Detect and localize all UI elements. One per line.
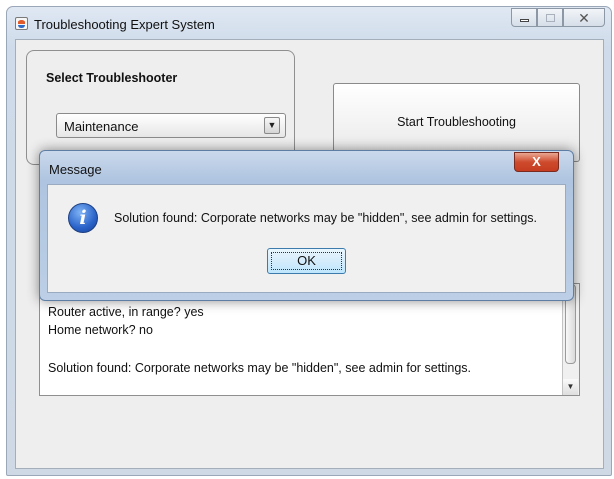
message-dialog: Message X i Solution found: Corporate ne…: [39, 150, 574, 301]
dialog-title: Message: [49, 162, 102, 177]
title-bar[interactable]: Troubleshooting Expert System ✕: [7, 7, 611, 39]
dialog-body: i Solution found: Corporate networks may…: [47, 184, 566, 293]
ok-button[interactable]: OK: [267, 248, 346, 274]
combobox-selected-value: Maintenance: [64, 119, 139, 134]
log-line: Router active, in range? yes: [48, 305, 204, 319]
ok-button-label: OK: [297, 253, 316, 268]
dropdown-arrow-icon[interactable]: ▼: [264, 117, 280, 134]
maximize-button[interactable]: [537, 8, 563, 27]
minimize-button[interactable]: [511, 8, 537, 27]
window-title: Troubleshooting Expert System: [34, 17, 215, 32]
log-line: Home network? no: [48, 323, 153, 337]
log-line: Solution found: Corporate networks may b…: [48, 361, 471, 375]
close-icon: ✕: [578, 10, 590, 26]
info-icon: i: [68, 203, 98, 233]
window-controls: ✕: [511, 8, 605, 28]
troubleshooter-combobox[interactable]: Maintenance ▼: [56, 113, 286, 138]
selector-group-label: Select Troubleshooter: [46, 71, 178, 85]
minimize-icon: [520, 19, 529, 22]
dialog-message: Solution found: Corporate networks may b…: [114, 211, 537, 225]
close-button[interactable]: ✕: [563, 8, 605, 27]
maximize-icon: [546, 14, 555, 22]
java-app-icon: [15, 17, 28, 30]
scroll-down-arrow-icon[interactable]: ▼: [563, 379, 578, 395]
dialog-close-button[interactable]: X: [514, 152, 559, 172]
selector-group-box: [26, 50, 295, 165]
